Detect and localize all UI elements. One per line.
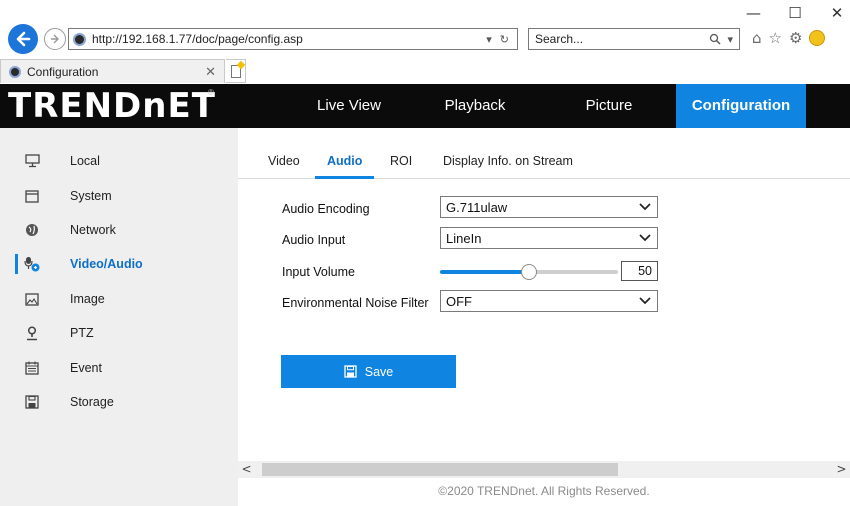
new-tab-button[interactable] bbox=[226, 59, 246, 83]
sidebar-item-label: Local bbox=[70, 154, 100, 168]
nav-live-view[interactable]: Live View bbox=[300, 84, 398, 128]
slider-fill bbox=[440, 270, 529, 274]
tab-title: Configuration bbox=[27, 64, 99, 79]
site-icon bbox=[73, 32, 86, 46]
forward-arrow-icon bbox=[51, 34, 59, 44]
sidebar-item-storage[interactable]: Storage bbox=[0, 387, 238, 417]
tab-display-info-on-stream[interactable]: Display Info. on Stream bbox=[443, 146, 573, 179]
tab-video[interactable]: Video bbox=[268, 146, 300, 179]
app-header: TRENDnET ® Live View Playback Picture Co… bbox=[0, 84, 850, 128]
nav-picture[interactable]: Picture bbox=[553, 84, 665, 128]
ptz-icon bbox=[24, 325, 40, 341]
browser-chrome: — ☐ ✕ http://192.168.1.77/doc/page/confi… bbox=[0, 0, 850, 84]
sidebar: Local System Network Video/Audio Image P… bbox=[0, 128, 238, 506]
sidebar-item-video-audio[interactable]: Video/Audio bbox=[0, 249, 238, 279]
globe-icon bbox=[24, 222, 40, 238]
input-volume-value[interactable]: 50 bbox=[621, 261, 658, 281]
favorites-star-icon[interactable]: ☆ bbox=[769, 28, 782, 48]
save-button[interactable]: Save bbox=[281, 355, 456, 388]
audio-input-value: LineIn bbox=[446, 230, 482, 246]
tab-roi[interactable]: ROI bbox=[390, 146, 412, 179]
window-icon bbox=[24, 188, 40, 204]
refresh-icon[interactable]: ↻ bbox=[500, 33, 509, 46]
search-input[interactable]: Search... ▾ bbox=[528, 28, 740, 50]
scrollbar-thumb[interactable] bbox=[262, 463, 618, 476]
maximize-button[interactable]: ☐ bbox=[788, 4, 802, 22]
sidebar-item-event[interactable]: Event bbox=[0, 353, 238, 383]
window-controls: — ☐ ✕ bbox=[746, 4, 844, 22]
address-url[interactable]: http://192.168.1.77/doc/page/config.asp bbox=[92, 32, 486, 46]
nav-playback[interactable]: Playback bbox=[425, 84, 525, 128]
noise-filter-select[interactable]: OFF bbox=[440, 290, 658, 312]
new-tab-icon bbox=[230, 64, 241, 78]
sidebar-item-label: Storage bbox=[70, 395, 114, 409]
input-volume-label: Input Volume bbox=[282, 265, 355, 279]
sidebar-item-system[interactable]: System bbox=[0, 181, 238, 211]
forward-button[interactable] bbox=[44, 28, 66, 50]
browser-toolbar: ⌂ ☆ ⚙ bbox=[752, 28, 826, 48]
horizontal-scrollbar[interactable]: < > bbox=[238, 461, 850, 478]
audio-input-label: Audio Input bbox=[282, 233, 346, 247]
sidebar-item-label: Video/Audio bbox=[70, 257, 143, 271]
noise-filter-label: Environmental Noise Filter bbox=[282, 296, 429, 310]
search-dropdown-icon[interactable]: ▾ bbox=[727, 33, 733, 46]
minimize-button[interactable]: — bbox=[746, 4, 761, 22]
scroll-left-icon[interactable]: < bbox=[238, 461, 255, 478]
input-volume-slider[interactable] bbox=[440, 264, 618, 280]
close-window-button[interactable]: ✕ bbox=[830, 4, 844, 22]
main-nav: Live View Playback Picture Configuration bbox=[0, 84, 850, 128]
sidebar-item-label: PTZ bbox=[70, 326, 94, 340]
audio-encoding-value: G.711ulaw bbox=[446, 199, 508, 215]
nav-configuration[interactable]: Configuration bbox=[676, 84, 806, 128]
sidebar-item-image[interactable]: Image bbox=[0, 284, 238, 314]
chevron-down-icon bbox=[637, 234, 653, 242]
chevron-down-icon bbox=[637, 203, 653, 211]
sidebar-item-local[interactable]: Local bbox=[0, 146, 238, 176]
audio-encoding-label: Audio Encoding bbox=[282, 202, 370, 216]
search-icon[interactable] bbox=[709, 33, 721, 45]
tab-close-icon[interactable]: ✕ bbox=[205, 64, 216, 80]
sidebar-item-network[interactable]: Network bbox=[0, 215, 238, 245]
dropdown-icon[interactable]: ▾ bbox=[486, 33, 492, 46]
calendar-icon bbox=[24, 360, 40, 376]
sidebar-item-label: System bbox=[70, 189, 112, 203]
audio-input-select[interactable]: LineIn bbox=[440, 227, 658, 249]
floppy-icon bbox=[24, 394, 40, 410]
feedback-smiley-icon[interactable] bbox=[809, 30, 826, 46]
save-icon bbox=[344, 365, 357, 378]
copyright-footer: ©2020 TRENDnet. All Rights Reserved. bbox=[438, 484, 650, 498]
tab-audio[interactable]: Audio bbox=[315, 146, 375, 179]
settings-gear-icon[interactable]: ⚙ bbox=[789, 28, 802, 48]
back-button[interactable] bbox=[8, 24, 38, 54]
noise-filter-value: OFF bbox=[446, 293, 472, 309]
video-audio-icon bbox=[24, 256, 40, 272]
browser-tab[interactable]: Configuration ✕ bbox=[0, 59, 225, 83]
image-icon bbox=[24, 291, 40, 307]
audio-encoding-select[interactable]: G.711ulaw bbox=[440, 196, 658, 218]
sidebar-item-label: Event bbox=[70, 361, 102, 375]
monitor-icon bbox=[24, 153, 40, 169]
address-bar[interactable]: http://192.168.1.77/doc/page/config.asp … bbox=[68, 28, 518, 50]
search-placeholder[interactable]: Search... bbox=[535, 32, 709, 46]
subtab-bar: Video Audio ROI Display Info. on Stream bbox=[238, 146, 850, 179]
home-icon[interactable]: ⌂ bbox=[752, 28, 762, 48]
save-button-label: Save bbox=[364, 364, 394, 379]
tab-favicon-icon bbox=[9, 65, 21, 78]
sidebar-item-label: Image bbox=[70, 292, 105, 306]
slider-thumb[interactable] bbox=[521, 264, 537, 280]
config-content: Video Audio ROI Display Info. on Stream … bbox=[238, 128, 850, 506]
sidebar-item-label: Network bbox=[70, 223, 116, 237]
back-arrow-icon bbox=[16, 31, 31, 47]
active-indicator bbox=[15, 254, 18, 274]
scroll-right-icon[interactable]: > bbox=[833, 461, 850, 478]
chevron-down-icon bbox=[637, 297, 653, 305]
sidebar-item-ptz[interactable]: PTZ bbox=[0, 318, 238, 348]
